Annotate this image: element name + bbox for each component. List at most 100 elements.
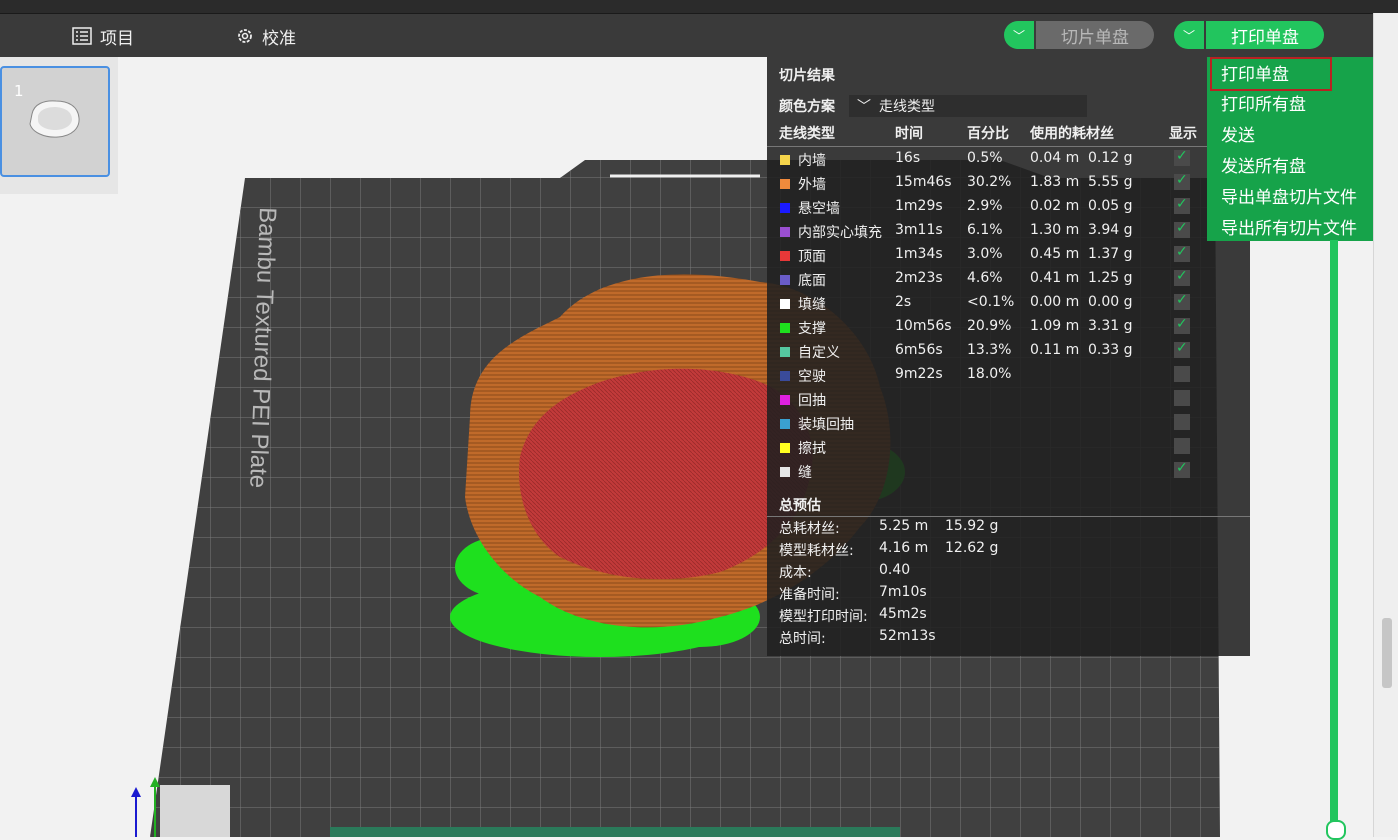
show-checkbox[interactable] xyxy=(1174,268,1190,286)
line-type-time: 2s xyxy=(895,294,912,310)
calibrate-label: 校准 xyxy=(262,28,296,49)
show-checkbox[interactable] xyxy=(1174,438,1190,454)
plate-thumbnail[interactable]: 1 xyxy=(0,66,110,177)
header-show: 显示 xyxy=(1169,126,1197,142)
project-tab[interactable]: 项目 xyxy=(72,14,134,58)
line-type-time: 2m23s xyxy=(895,270,943,286)
line-type-grams: 0.05 g xyxy=(1088,198,1133,214)
line-type-percent: 20.9% xyxy=(967,318,1012,334)
layer-slider-handle[interactable] xyxy=(1326,820,1346,840)
color-swatch xyxy=(780,347,790,357)
line-type-meters: 0.45 m xyxy=(1030,246,1080,262)
color-swatch xyxy=(780,323,790,333)
line-type-percent: 2.9% xyxy=(967,198,1003,214)
estimate-label: 总耗材丝: xyxy=(779,521,840,537)
show-checkbox[interactable] xyxy=(1174,148,1190,166)
header-used: 使用的耗材丝 xyxy=(1030,126,1114,142)
vertical-scrollbar[interactable] xyxy=(1373,13,1398,837)
color-swatch xyxy=(780,155,790,165)
show-checkbox[interactable] xyxy=(1174,316,1190,334)
line-type-grams: 0.33 g xyxy=(1088,342,1133,358)
print-dropdown-button[interactable]: ﹀ xyxy=(1174,21,1204,49)
line-type-meters: 0.00 m xyxy=(1030,294,1080,310)
line-type-name: 空驶 xyxy=(798,369,826,385)
line-type-name: 自定义 xyxy=(798,345,840,361)
show-checkbox[interactable] xyxy=(1174,390,1190,406)
slice-results-panel: 切片结果 颜色方案 ﹀ 走线类型 走线类型 时间 百分比 使用的耗材丝 显示 内… xyxy=(767,57,1250,656)
show-checkbox[interactable] xyxy=(1174,340,1190,358)
line-type-percent: 6.1% xyxy=(967,222,1003,238)
estimate-value-1: 52m13s xyxy=(879,628,936,644)
line-type-grams: 5.55 g xyxy=(1088,174,1133,190)
color-swatch xyxy=(780,227,790,237)
chevron-down-icon: ﹀ xyxy=(1182,28,1195,43)
line-type-row: 空驶 9m22s 18.0% xyxy=(767,362,1250,386)
line-type-time: 1m29s xyxy=(895,198,943,214)
plate-number: 1 xyxy=(14,82,24,100)
show-checkbox[interactable] xyxy=(1174,366,1190,382)
estimate-label: 准备时间: xyxy=(779,587,840,603)
line-type-name: 外墙 xyxy=(798,177,826,193)
show-checkbox[interactable] xyxy=(1174,172,1190,190)
line-type-grams: 3.94 g xyxy=(1088,222,1133,238)
show-checkbox[interactable] xyxy=(1174,460,1190,478)
show-checkbox[interactable] xyxy=(1174,292,1190,310)
line-type-percent: 13.3% xyxy=(967,342,1012,358)
estimate-label: 模型打印时间: xyxy=(779,609,868,625)
line-type-grams: 0.12 g xyxy=(1088,150,1133,166)
color-swatch xyxy=(780,275,790,285)
line-type-percent: 30.2% xyxy=(967,174,1012,190)
line-type-row: 回抽 xyxy=(767,386,1250,410)
line-type-name: 填缝 xyxy=(798,297,826,313)
line-type-meters: 1.09 m xyxy=(1030,318,1080,334)
scrollbar-thumb[interactable] xyxy=(1382,618,1392,688)
line-type-time: 1m34s xyxy=(895,246,943,262)
menu-item-send-all[interactable]: 发送所有盘 xyxy=(1221,152,1306,180)
layer-slider-track[interactable] xyxy=(1330,240,1338,837)
panel-title: 切片结果 xyxy=(779,68,835,84)
line-type-grams: 0.00 g xyxy=(1088,294,1133,310)
color-scheme-select[interactable]: ﹀ 走线类型 xyxy=(849,95,1087,117)
line-type-meters: 0.04 m xyxy=(1030,150,1080,166)
line-type-name: 顶面 xyxy=(798,249,826,265)
line-type-row: 支撑 10m56s 20.9% 1.09 m 3.31 g xyxy=(767,314,1250,338)
line-type-percent: <0.1% xyxy=(967,294,1015,310)
show-checkbox[interactable] xyxy=(1174,220,1190,238)
show-checkbox[interactable] xyxy=(1174,196,1190,214)
line-type-name: 缝 xyxy=(798,465,812,481)
color-swatch xyxy=(780,299,790,309)
menu-item-print-all[interactable]: 打印所有盘 xyxy=(1221,90,1306,118)
chevron-down-icon: ﹀ xyxy=(857,99,871,115)
menu-item-send[interactable]: 发送 xyxy=(1221,121,1255,149)
top-toolbar: 项目 校准 xyxy=(0,13,1373,58)
estimate-label: 总时间: xyxy=(779,631,826,647)
show-checkbox[interactable] xyxy=(1174,244,1190,262)
line-type-row: 内部实心填充 3m11s 6.1% 1.30 m 3.94 g xyxy=(767,218,1250,242)
line-type-name: 擦拭 xyxy=(798,441,826,457)
line-type-name: 底面 xyxy=(798,273,826,289)
line-type-meters: 1.30 m xyxy=(1030,222,1080,238)
estimate-title: 总预估 xyxy=(779,498,821,514)
print-dropdown-menu: 打印单盘 打印所有盘 发送 发送所有盘 导出单盘切片文件 导出所有切片文件 xyxy=(1207,57,1389,241)
line-type-meters: 0.41 m xyxy=(1030,270,1080,286)
slice-plate-button[interactable]: 切片单盘 xyxy=(1036,21,1154,49)
menu-item-print-plate[interactable]: 打印单盘 xyxy=(1210,57,1332,91)
line-type-time: 15m46s xyxy=(895,174,952,190)
slice-dropdown-button[interactable]: ﹀ xyxy=(1004,21,1034,49)
menu-item-export-plate[interactable]: 导出单盘切片文件 xyxy=(1221,183,1357,211)
show-checkbox[interactable] xyxy=(1174,414,1190,430)
line-type-row: 底面 2m23s 4.6% 0.41 m 1.25 g xyxy=(767,266,1250,290)
line-type-row: 内墙 16s 0.5% 0.04 m 0.12 g xyxy=(767,146,1250,170)
line-type-row: 悬空墙 1m29s 2.9% 0.02 m 0.05 g xyxy=(767,194,1250,218)
color-swatch xyxy=(780,179,790,189)
plate-thumbnail-panel: 1 xyxy=(0,57,118,194)
calibrate-tab[interactable]: 校准 xyxy=(236,14,296,58)
color-swatch xyxy=(780,203,790,213)
line-type-name: 回抽 xyxy=(798,393,826,409)
print-plate-button[interactable]: 打印单盘 xyxy=(1206,21,1324,49)
line-type-percent: 0.5% xyxy=(967,150,1003,166)
header-type: 走线类型 xyxy=(779,126,835,142)
header-percent: 百分比 xyxy=(967,126,1009,142)
estimate-label: 模型耗材丝: xyxy=(779,543,854,559)
menu-item-export-all[interactable]: 导出所有切片文件 xyxy=(1221,214,1357,242)
